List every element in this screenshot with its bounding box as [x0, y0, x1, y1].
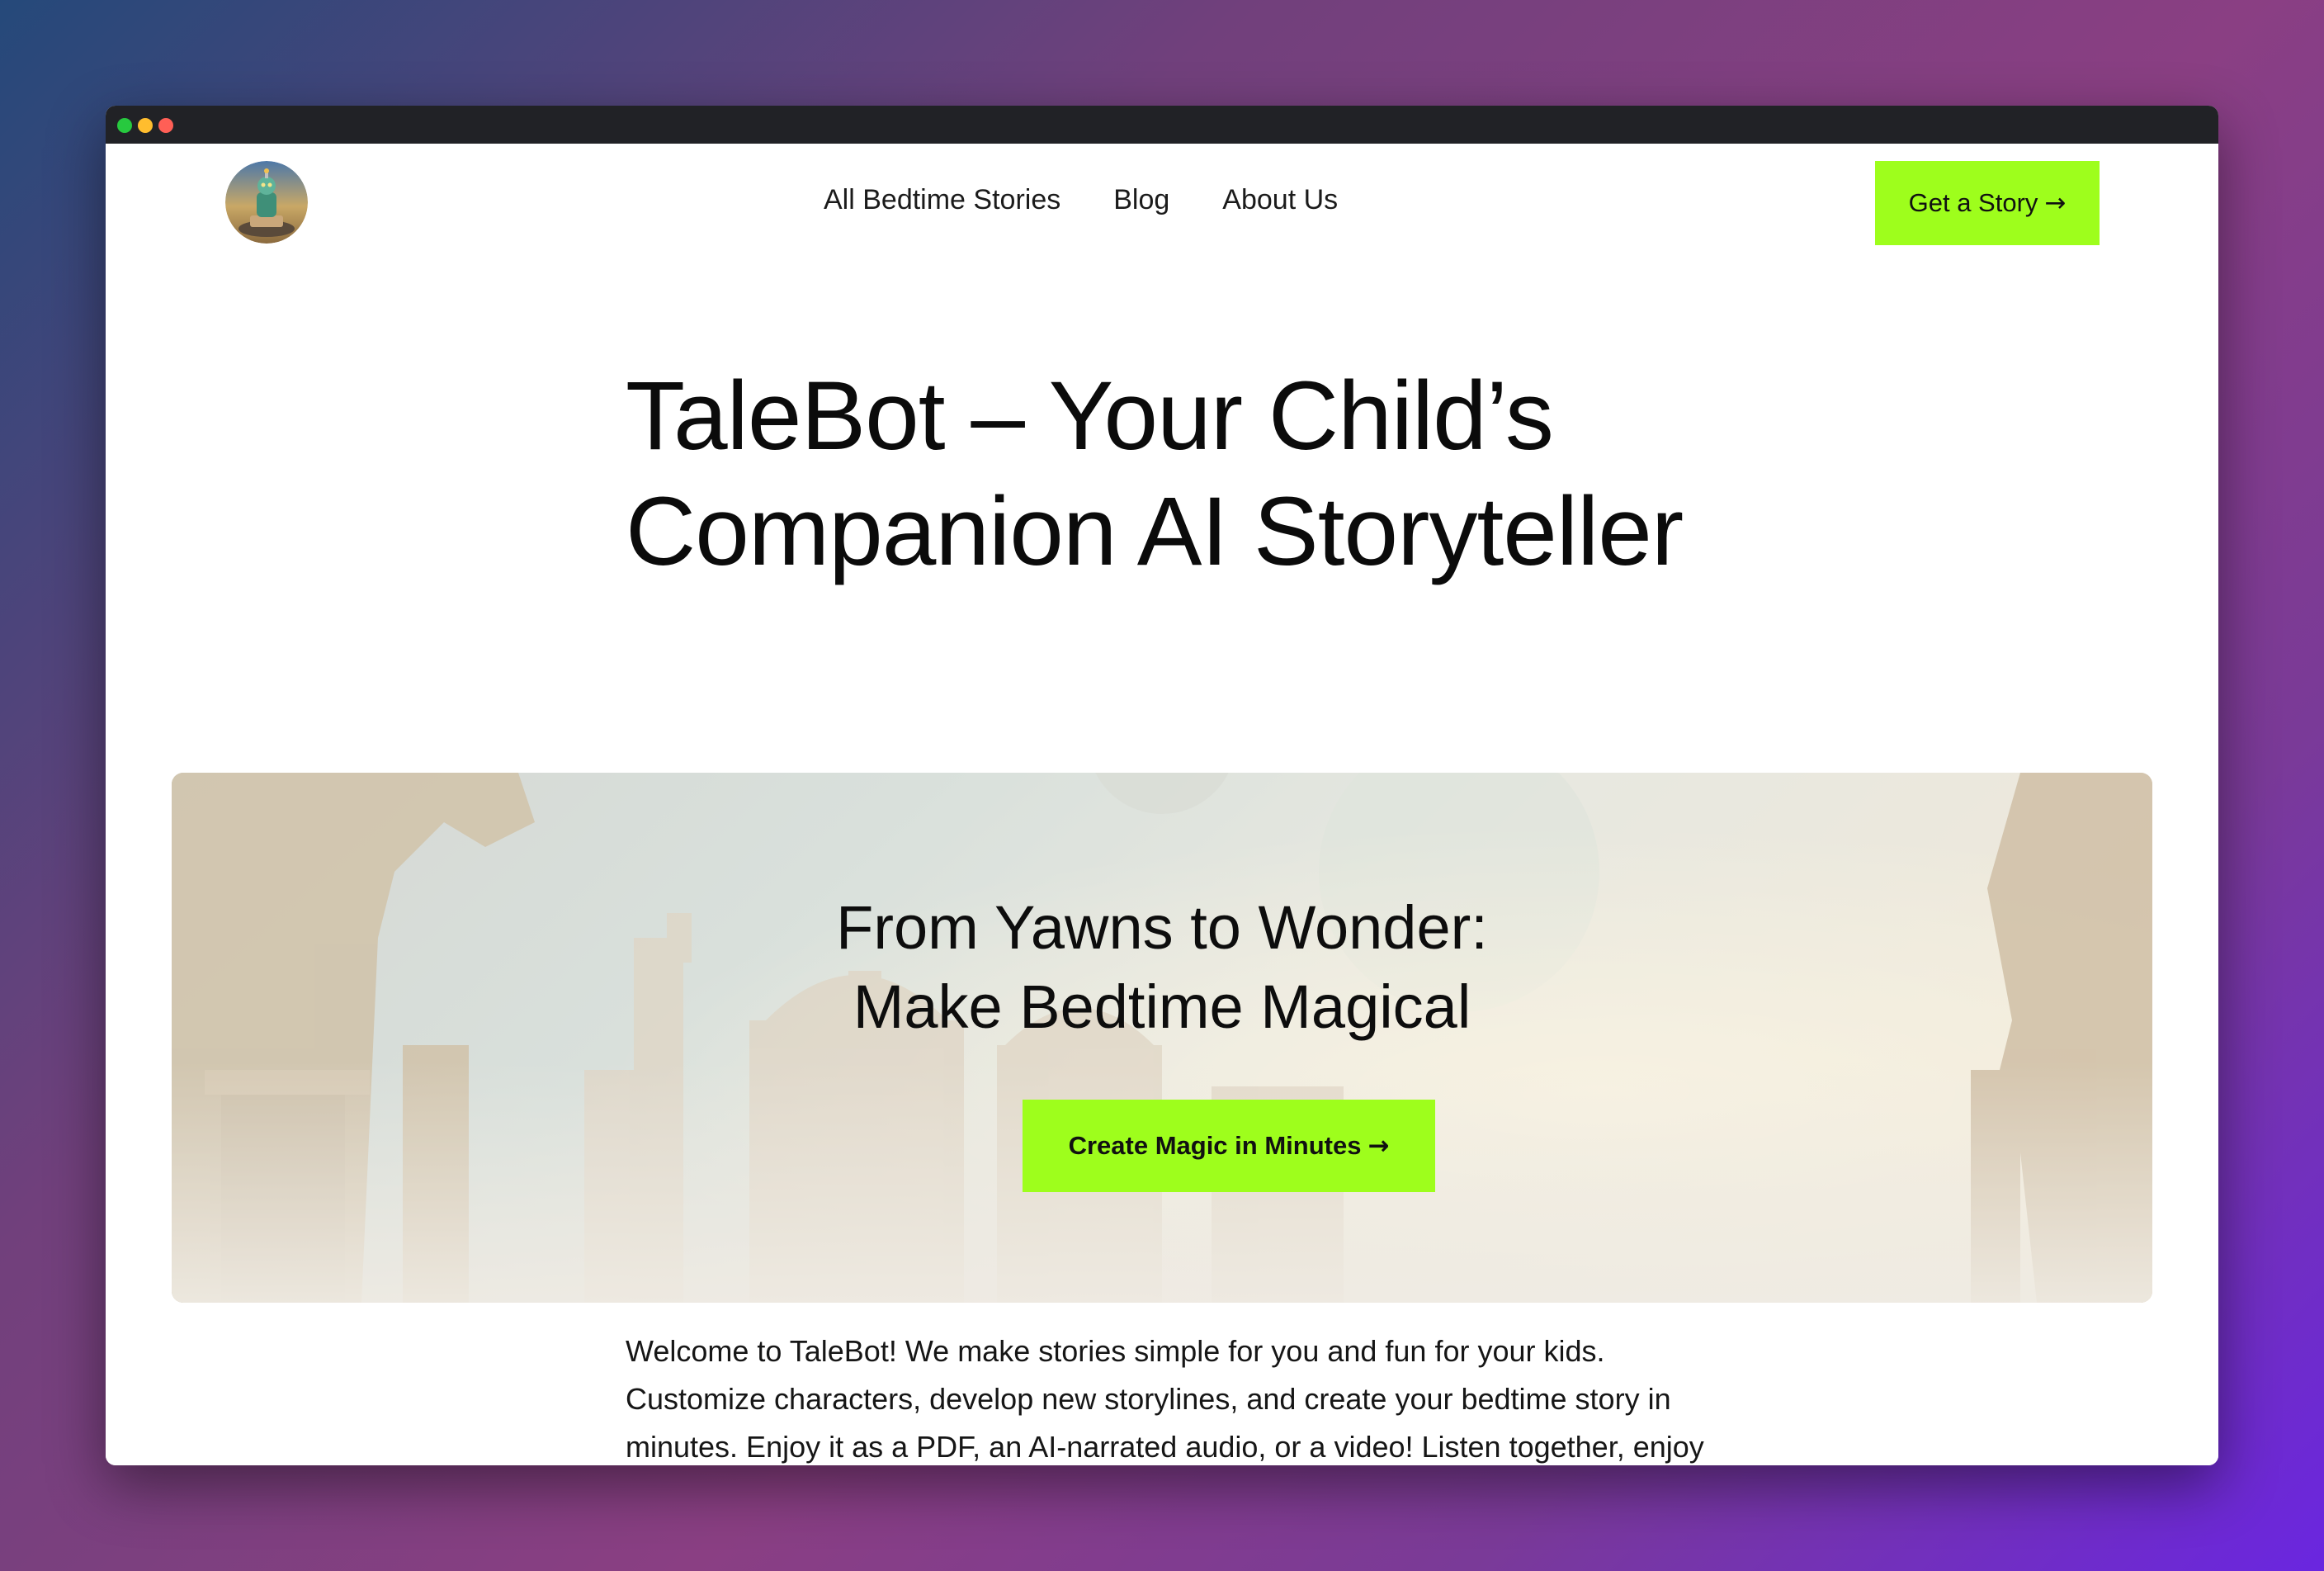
create-magic-button[interactable]: Create Magic in Minutes → [1023, 1100, 1435, 1192]
nav-link-all-bedtime-stories[interactable]: All Bedtime Stories [824, 180, 1060, 220]
nav-link-blog[interactable]: Blog [1113, 180, 1169, 220]
window-maximize-dot[interactable] [117, 118, 132, 133]
page-title-line-1: TaleBot – Your Child’s [626, 362, 1554, 471]
banner-heading-line-2: Make Bedtime Magical [853, 972, 1471, 1041]
arrow-right-icon: → [2044, 188, 2067, 218]
get-a-story-button[interactable]: Get a Story → [1875, 161, 2100, 245]
arrow-right-icon: → [1367, 1131, 1390, 1161]
nav-link-about-us[interactable]: About Us [1222, 180, 1338, 220]
page-title: TaleBot – Your Child’s Companion AI Stor… [626, 358, 1863, 589]
window-minimize-dot[interactable] [138, 118, 153, 133]
main-nav: All Bedtime Stories Blog About Us [824, 180, 1338, 220]
page-title-line-2: Companion AI Storyteller [626, 477, 1684, 586]
browser-window: All Bedtime Stories Blog About Us Get a … [106, 106, 2218, 1465]
robot-storyteller-avatar-icon [225, 161, 308, 244]
intro-paragraph: Welcome to TaleBot! We make stories simp… [626, 1334, 1704, 1464]
hero-banner: From Yawns to Wonder: Make Bedtime Magic… [172, 773, 2152, 1303]
get-a-story-label: Get a Story [1908, 188, 2038, 217]
page-content: All Bedtime Stories Blog About Us Get a … [106, 144, 2218, 1465]
window-close-dot[interactable] [158, 118, 173, 133]
banner-heading: From Yawns to Wonder: Make Bedtime Magic… [172, 888, 2152, 1047]
site-logo[interactable] [225, 161, 308, 244]
banner-heading-line-1: From Yawns to Wonder: [836, 893, 1488, 962]
create-magic-label: Create Magic in Minutes [1068, 1131, 1362, 1160]
window-titlebar [106, 106, 2218, 144]
